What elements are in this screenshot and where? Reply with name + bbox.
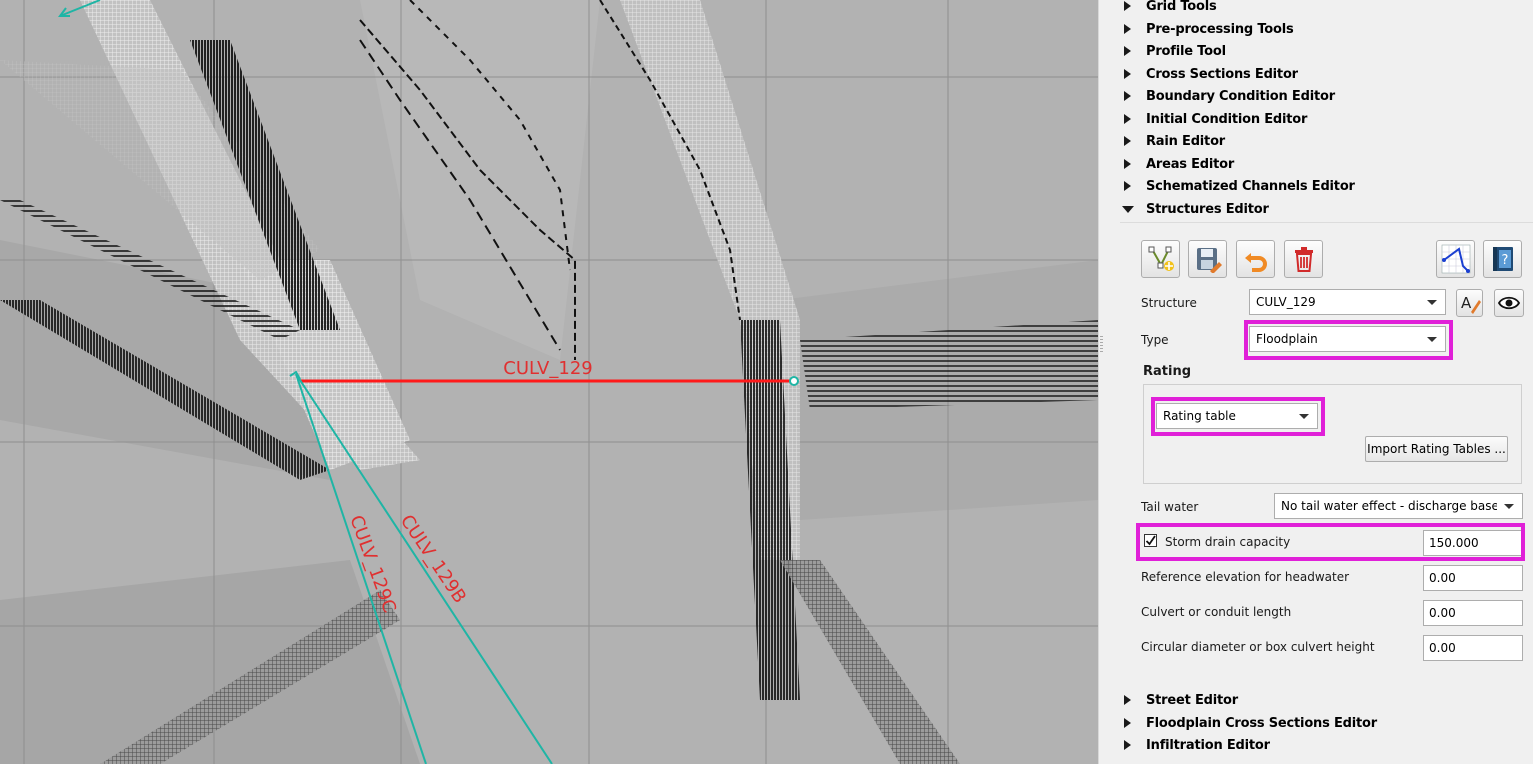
trash-icon	[1294, 247, 1313, 272]
tree-item-schematized-channels-editor[interactable]: Schematized Channels Editor	[1120, 175, 1355, 197]
ref-elevation-label: Reference elevation for headwater	[1141, 570, 1350, 584]
tree-item-label: Pre-processing Tools	[1146, 21, 1294, 37]
tree-item-label: Structures Editor	[1146, 201, 1269, 217]
add-structure-icon	[1148, 246, 1174, 271]
tree-item-label: Floodplain Cross Sections Editor	[1146, 715, 1377, 731]
diameter-field[interactable]: 0.00	[1423, 635, 1523, 661]
chevron-down-icon	[1299, 414, 1309, 419]
structure-combo-value: CULV_129	[1256, 295, 1316, 309]
map-canvas[interactable]: CULV_129 CULV_129B CULV_129C	[0, 0, 1098, 764]
import-rating-tables-button[interactable]: Import Rating Tables ...	[1365, 436, 1508, 462]
storm-drain-checkbox[interactable]	[1144, 534, 1157, 547]
structure-endpoint-icon[interactable]	[789, 376, 799, 386]
expand-arrow-icon[interactable]	[1120, 112, 1134, 126]
expand-arrow-icon[interactable]	[1120, 134, 1134, 148]
rating-label: Rating	[1143, 364, 1192, 379]
tree-item-initial-condition-editor[interactable]: Initial Condition Editor	[1120, 108, 1307, 130]
map-label-culv129: CULV_129	[503, 358, 592, 379]
rating-combo[interactable]: Rating table	[1156, 403, 1318, 429]
storm-drain-label: Storm drain capacity	[1165, 535, 1291, 549]
delete-button[interactable]	[1284, 240, 1323, 278]
rating-group	[1143, 384, 1522, 484]
culvert-length-label: Culvert or conduit length	[1141, 605, 1292, 619]
profile-chart-button[interactable]	[1436, 240, 1475, 278]
zoom-to-structure-button[interactable]	[1494, 289, 1524, 317]
diameter-label: Circular diameter or box culvert height	[1141, 640, 1375, 654]
tree-item-infiltration-editor[interactable]: Infiltration Editor	[1120, 734, 1270, 756]
expand-arrow-icon[interactable]	[1120, 44, 1134, 58]
culvert-length-field[interactable]: 0.00	[1423, 600, 1523, 626]
expand-arrow-icon[interactable]	[1120, 89, 1134, 103]
help-book-icon: ?	[1492, 247, 1513, 271]
chevron-down-icon	[1504, 504, 1514, 509]
svg-text:A: A	[1461, 294, 1472, 312]
save-button[interactable]	[1188, 240, 1227, 278]
tree-item-pre-processing-tools[interactable]: Pre-processing Tools	[1120, 18, 1294, 40]
tree-item-areas-editor[interactable]: Areas Editor	[1120, 153, 1234, 175]
tailwater-label: Tail water	[1141, 500, 1199, 514]
type-combo-value: Floodplain	[1256, 332, 1318, 346]
rating-combo-value: Rating table	[1163, 409, 1236, 423]
flo2d-panel: Grid Tools Pre-processing Tools Profile …	[1104, 0, 1533, 764]
expand-arrow-icon[interactable]	[1120, 738, 1134, 752]
tree-item-label: Rain Editor	[1146, 133, 1226, 149]
checkmark-icon	[1145, 535, 1156, 546]
expand-arrow-icon[interactable]	[1120, 179, 1134, 193]
tree-item-label: Schematized Channels Editor	[1146, 178, 1355, 194]
tree-item-grid-tools[interactable]: Grid Tools	[1120, 0, 1217, 17]
svg-text:?: ?	[1501, 253, 1508, 268]
type-combo[interactable]: Floodplain	[1249, 326, 1446, 352]
structure-combo[interactable]: CULV_129	[1249, 289, 1446, 315]
save-icon	[1196, 248, 1222, 273]
undo-icon	[1244, 253, 1267, 272]
help-button[interactable]: ?	[1483, 240, 1522, 278]
expand-arrow-icon[interactable]	[1120, 693, 1134, 707]
chevron-down-icon	[1427, 337, 1437, 342]
expand-arrow-icon[interactable]	[1120, 67, 1134, 81]
tree-item-label: Areas Editor	[1146, 156, 1235, 172]
eye-icon	[1498, 296, 1520, 310]
rename-structure-button[interactable]: A	[1456, 289, 1483, 317]
ref-elevation-field[interactable]: 0.00	[1423, 565, 1523, 591]
tree-item-street-editor[interactable]: Street Editor	[1120, 689, 1238, 711]
undo-button[interactable]	[1236, 240, 1275, 278]
rename-icon: A	[1461, 294, 1481, 314]
tree-item-label: Initial Condition Editor	[1146, 111, 1308, 127]
tree-item-label: Boundary Condition Editor	[1146, 88, 1335, 104]
expand-arrow-icon[interactable]	[1120, 0, 1134, 13]
tree-item-floodplain-cross-sections-editor[interactable]: Floodplain Cross Sections Editor	[1120, 712, 1377, 734]
tree-item-profile-tool[interactable]: Profile Tool	[1120, 40, 1226, 62]
splitter-grip[interactable]	[1100, 336, 1103, 352]
tree-item-boundary-condition-editor[interactable]: Boundary Condition Editor	[1120, 85, 1335, 107]
add-structure-button[interactable]	[1141, 240, 1180, 278]
tree-item-label: Grid Tools	[1146, 0, 1217, 14]
structures-editor-panel: ? Structure CULV_129 A Type Floodplain R…	[1120, 222, 1533, 685]
type-label: Type	[1141, 333, 1169, 347]
map-svg[interactable]: CULV_129 CULV_129B CULV_129C	[0, 0, 1098, 764]
expand-arrow-icon[interactable]	[1120, 716, 1134, 730]
expand-arrow-icon[interactable]	[1120, 157, 1134, 171]
expand-arrow-icon[interactable]	[1120, 22, 1134, 36]
tree-item-rain-editor[interactable]: Rain Editor	[1120, 130, 1225, 152]
storm-drain-capacity-field[interactable]: 150.000	[1423, 530, 1523, 556]
tree-item-cross-sections-editor[interactable]: Cross Sections Editor	[1120, 63, 1298, 85]
tree-item-label: Cross Sections Editor	[1146, 66, 1298, 82]
tailwater-combo[interactable]: No tail water effect - discharge based c	[1274, 493, 1523, 519]
tree-item-structures-editor[interactable]: Structures Editor	[1120, 198, 1269, 220]
chevron-down-icon	[1427, 300, 1437, 305]
tree-item-label: Street Editor	[1146, 692, 1238, 708]
collapse-arrow-icon[interactable]	[1120, 202, 1134, 216]
profile-chart-icon	[1441, 244, 1470, 274]
tailwater-combo-value: No tail water effect - discharge based c	[1281, 499, 1497, 513]
structure-label: Structure	[1141, 296, 1197, 310]
tree-item-label: Infiltration Editor	[1146, 737, 1270, 753]
tree-item-label: Profile Tool	[1146, 43, 1226, 59]
